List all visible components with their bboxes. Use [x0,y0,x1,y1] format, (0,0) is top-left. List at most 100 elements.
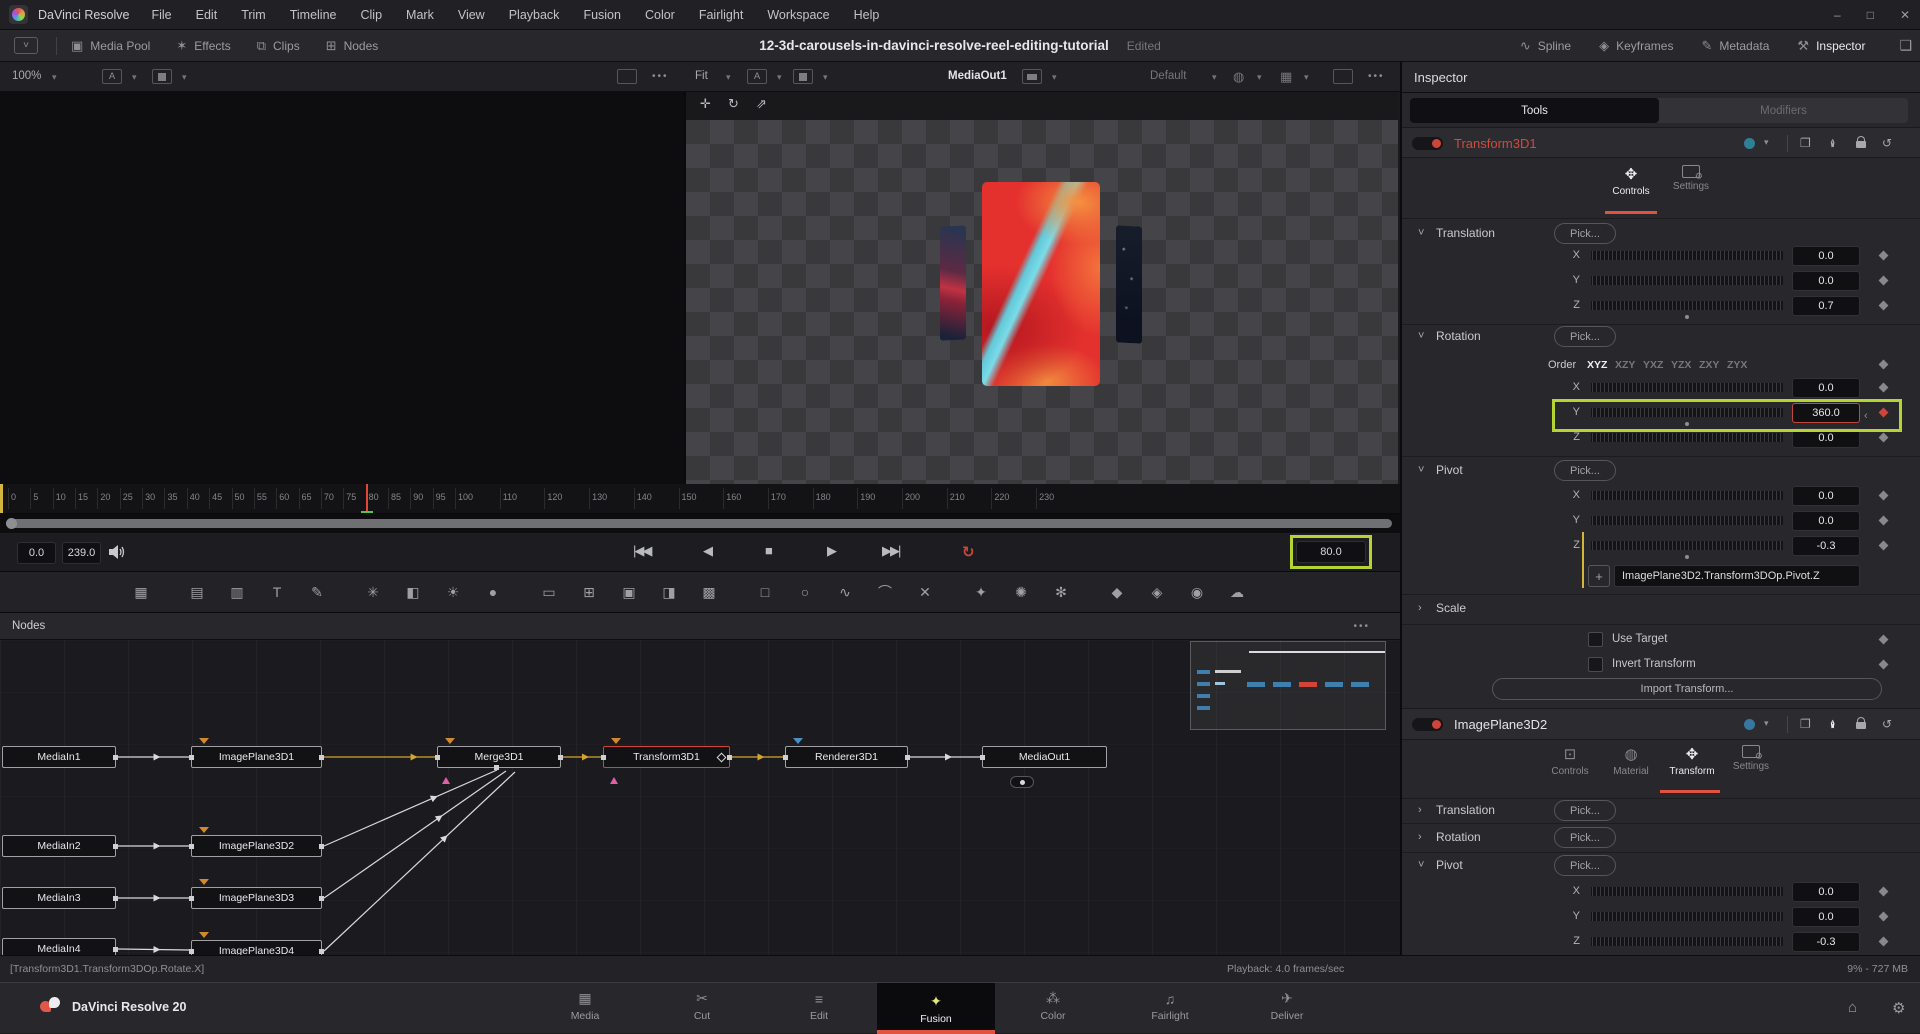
output-port[interactable] [319,896,324,901]
goto-start-button[interactable]: |◀◀ [633,543,650,559]
ip-pivot-z-slider[interactable] [1588,935,1786,948]
range-in-field[interactable]: 0.0 [17,542,56,564]
keyframe-diamond-icon[interactable] [1879,383,1889,393]
pin-icon-active[interactable]: ✒ [1826,719,1840,729]
rotation-order-zyx[interactable]: ZYX [1727,359,1747,371]
chevron-down-icon[interactable]: ▾ [1212,72,1217,83]
node-graph[interactable]: MediaIn1ImagePlane3D1Merge3D1Transform3D… [0,640,1400,955]
chevron-down-icon[interactable]: ▾ [1304,72,1309,83]
fx-tool-icon[interactable]: ∿ [832,584,858,601]
tab-settings[interactable]: Settings [1659,165,1723,192]
toolbar-item-metadata[interactable]: ✎Metadata [1701,38,1769,54]
collapse-icon[interactable]: ˅ [1418,464,1424,476]
node-header-transform3d1[interactable]: Transform3D1 ▾ ❐ ✒ ↺ [1402,127,1920,158]
fx-tool-icon[interactable]: T [264,584,290,600]
page-tab-cut[interactable]: ✂Cut [643,983,761,1029]
reset-icon[interactable]: ↺ [1882,136,1892,150]
fx-tool-icon[interactable]: ▦ [128,584,154,601]
output-port[interactable] [319,844,324,849]
overlay-a-button[interactable]: A [102,69,122,84]
tab-transform[interactable]: ✥Transform [1660,745,1724,777]
chevron-down-icon[interactable]: ▾ [726,72,731,83]
display-mode-button[interactable] [152,69,172,84]
current-frame-field[interactable]: 80.0 [1296,541,1366,563]
node-mediaout1[interactable]: MediaOut1 [982,746,1107,768]
node-header-imageplane3d2[interactable]: ImagePlane3D2 ▾ ❐ ✒ ↺ [1402,708,1920,740]
node-enable-toggle[interactable] [1412,718,1443,731]
node-merge3d1[interactable]: Merge3D1 [437,746,561,768]
fx-tool-icon[interactable]: ▤ [184,584,210,601]
app-menu[interactable]: DaVinci Resolve [38,8,129,22]
pick-button[interactable]: Pick... [1554,223,1616,244]
input-port[interactable] [189,896,194,901]
rotation-order-yxz[interactable]: YXZ [1643,359,1663,371]
page-tab-fairlight[interactable]: ♫Fairlight [1111,983,1229,1029]
translation-z-slider[interactable] [1588,299,1786,312]
keyframe-diamond-icon[interactable] [1879,937,1889,947]
node-mediain1[interactable]: MediaIn1 [2,746,116,768]
keyframe-diamond-icon[interactable] [1879,360,1889,370]
keyframe-diamond-icon[interactable] [1879,276,1889,286]
pivot-y-slider[interactable] [1588,514,1786,527]
stop-button[interactable]: ■ [765,543,771,558]
tab-modifiers[interactable]: Modifiers [1659,98,1908,123]
fx-tool-icon[interactable]: ▣ [616,584,642,601]
menu-item-color[interactable]: Color [645,8,675,22]
page-tab-edit[interactable]: ≡Edit [760,983,878,1029]
input-port[interactable] [494,765,499,770]
scrollbar-track[interactable] [6,519,1392,528]
keyframe-diamond-icon[interactable] [1879,912,1889,922]
version-dot[interactable] [1744,138,1755,149]
fx-tool-icon[interactable]: ✺ [1008,584,1034,601]
version-dot[interactable] [1744,719,1755,730]
translation-x-slider[interactable] [1588,249,1786,262]
app-icon[interactable] [9,5,28,24]
input-port[interactable] [189,949,194,954]
settings-gear-icon[interactable]: ⚙ [1892,999,1905,1017]
chevron-down-icon[interactable]: ▾ [1257,72,1262,83]
tab-controls[interactable]: ⊡Controls [1538,745,1602,777]
nodes-options-icon[interactable]: ••• [1353,621,1370,632]
viewer-options-icon[interactable]: ••• [1368,71,1385,82]
timeline-ruler[interactable]: 0510152025303540455055606570758085909510… [0,484,1400,514]
expand-icon[interactable]: › [1418,804,1422,816]
lock-icon[interactable] [1856,141,1866,148]
translation-y-value-field[interactable]: 0.0 [1792,271,1860,291]
menu-item-trim[interactable]: Trim [241,8,266,22]
page-tab-deliver[interactable]: ✈Deliver [1228,983,1346,1029]
fx-tool-icon[interactable]: ⊞ [576,584,602,601]
fx-tool-icon[interactable]: ◨ [656,584,682,601]
translation-x-value-field[interactable]: 0.0 [1792,246,1860,266]
input-port[interactable] [601,755,606,760]
keyframe-diamond-icon[interactable] [1879,433,1889,443]
input-port[interactable] [435,755,440,760]
translation-z-value-field[interactable]: 0.7 [1792,296,1860,316]
pick-button[interactable]: Pick... [1554,855,1616,876]
rotation-x-slider[interactable] [1588,381,1786,394]
menu-item-workspace[interactable]: Workspace [767,8,829,22]
chevron-down-icon[interactable]: ▾ [1764,137,1769,148]
toolbar-item-nodes[interactable]: ⊞Nodes [326,38,379,54]
fit-select[interactable]: Fit [695,70,708,82]
left-viewer[interactable] [0,92,686,484]
pivot-z-slider[interactable] [1588,539,1786,552]
reset-icon[interactable]: ↺ [1882,717,1892,731]
rotation-x-value-field[interactable]: 0.0 [1792,378,1860,398]
timeline-scrollbar[interactable] [0,514,1400,533]
fx-tool-icon[interactable]: ⌒ [872,582,898,602]
toolbar-item-spline[interactable]: ∿Spline [1520,38,1571,54]
menu-item-clip[interactable]: Clip [361,8,383,22]
toolbar-item-effects[interactable]: ✶Effects [176,38,230,54]
invert-transform-checkbox[interactable] [1588,657,1603,672]
keyframe-diamond-icon[interactable] [1879,660,1889,670]
menu-item-timeline[interactable]: Timeline [290,8,337,22]
pin-icon[interactable]: ✒ [1826,138,1840,148]
menu-item-fusion[interactable]: Fusion [583,8,621,22]
menu-item-mark[interactable]: Mark [406,8,434,22]
node-mediain4[interactable]: MediaIn4 [2,938,116,955]
menu-item-help[interactable]: Help [854,8,880,22]
output-port[interactable] [905,755,910,760]
keyframe-diamond-icon[interactable] [1879,251,1889,261]
ip-pivot-z-value-field[interactable]: -0.3 [1792,932,1860,952]
pivot-y-value-field[interactable]: 0.0 [1792,511,1860,531]
